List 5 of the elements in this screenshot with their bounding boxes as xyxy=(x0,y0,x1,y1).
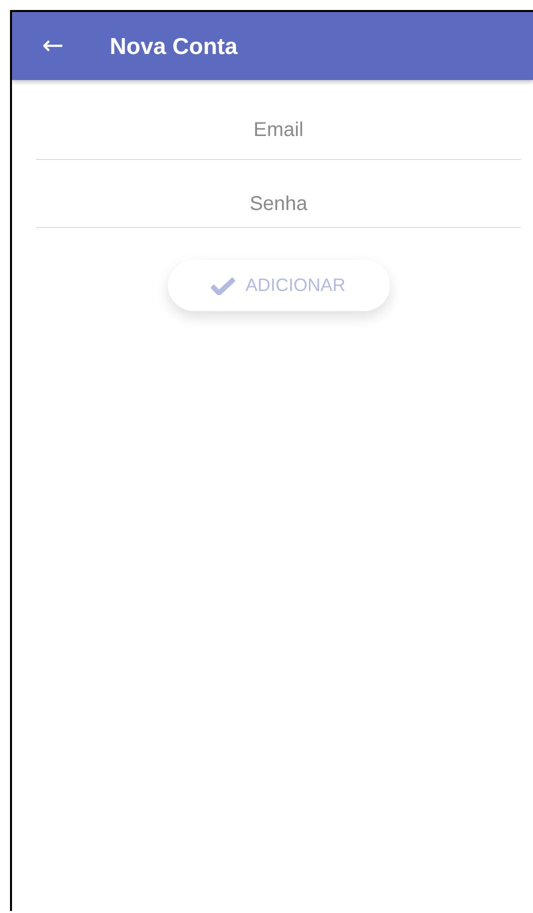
input-field[interactable]: Senha xyxy=(36,160,521,228)
checkmark-icon xyxy=(211,276,236,294)
input-field[interactable]: Email xyxy=(36,80,521,160)
back-button[interactable]: ← xyxy=(42,33,64,59)
screen-title: Nova Conta xyxy=(110,32,238,60)
